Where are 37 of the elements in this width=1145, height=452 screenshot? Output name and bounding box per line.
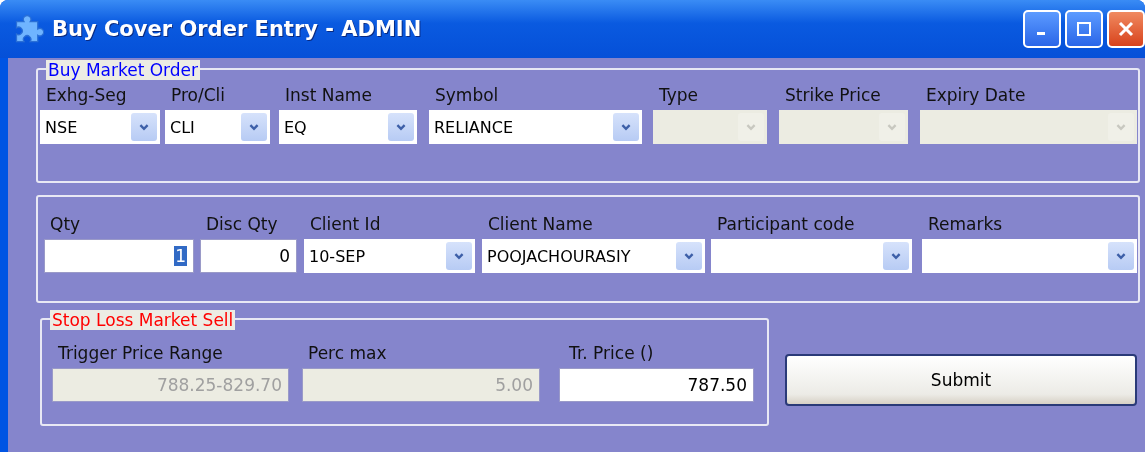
field-label: Participant code [716, 213, 856, 235]
field-label: Strike Price [784, 84, 882, 106]
field-label: Exhg-Seg [45, 84, 128, 106]
field-label: Remarks [927, 213, 1004, 235]
field-label: Disc Qty [205, 213, 279, 235]
input-field[interactable]: 1 [44, 239, 194, 273]
dropdown-field[interactable]: CLI [165, 110, 270, 144]
field-label: Type [658, 84, 700, 106]
window-title: Buy Cover Order Entry - ADMIN [52, 17, 423, 41]
field-label: Pro/Cli [170, 84, 226, 106]
input-field[interactable]: 787.50 [559, 368, 754, 402]
field-label: Client Id [309, 213, 382, 235]
puzzle-icon [14, 14, 44, 44]
field-label: Inst Name [284, 84, 373, 106]
minimize-button[interactable] [1023, 10, 1061, 48]
dropdown-field[interactable]: RELIANCE [429, 110, 642, 144]
field-label: Perc max [307, 342, 388, 364]
close-icon[interactable] [1116, 19, 1136, 39]
dropdown-field[interactable]: NSE [40, 110, 160, 144]
close-button[interactable] [1107, 10, 1145, 48]
dropdown-field[interactable] [922, 239, 1137, 273]
dropdown-field[interactable]: 10-SEP [304, 239, 475, 273]
field-label: Expiry Date [925, 84, 1027, 106]
input-field[interactable]: 0 [200, 239, 297, 273]
group-legend: Buy Market Order [46, 60, 201, 80]
maximize-icon[interactable] [1074, 19, 1094, 39]
dropdown-field[interactable]: POOJACHOURASIY [482, 239, 705, 273]
field-label: Client Name [487, 213, 594, 235]
dropdown-field[interactable] [711, 239, 912, 273]
field-label: Qty [49, 213, 82, 235]
field-label: Tr. Price () [568, 342, 655, 364]
group-legend: Stop Loss Market Sell [50, 310, 236, 330]
submit-button[interactable]: Submit [785, 354, 1137, 406]
dropdown-field[interactable]: EQ [279, 110, 417, 144]
field-label: Trigger Price Range [57, 342, 224, 364]
field-label: Symbol [434, 84, 500, 106]
maximize-button[interactable] [1065, 10, 1103, 48]
